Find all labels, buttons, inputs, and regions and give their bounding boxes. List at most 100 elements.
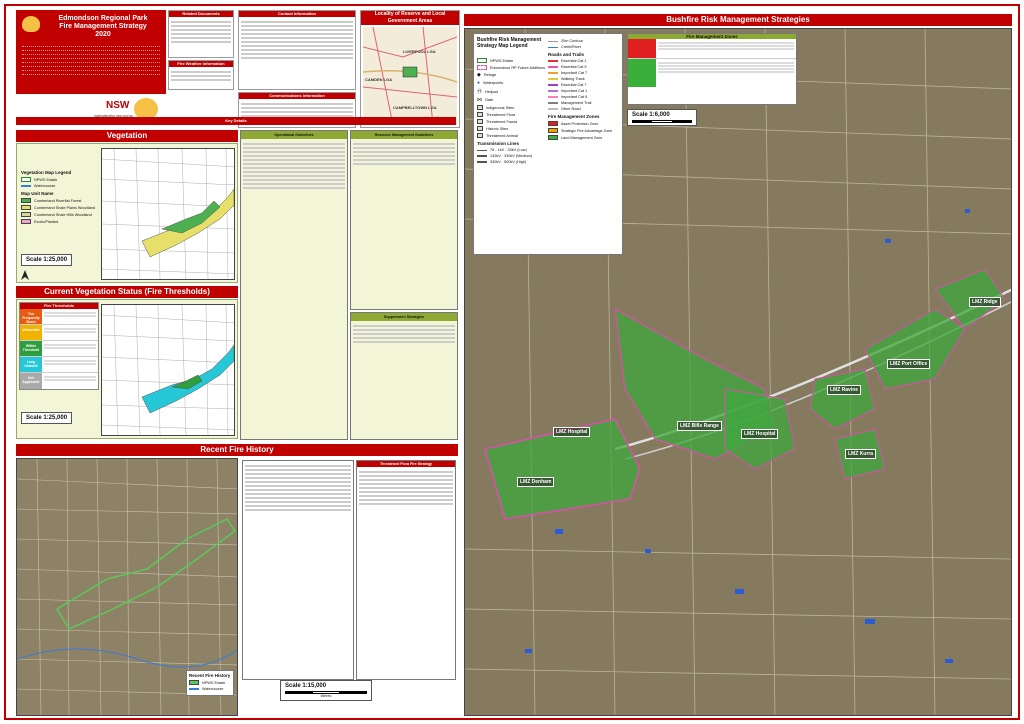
resource-management-title: Resource Management Guidelines	[351, 131, 457, 139]
road-swatch	[548, 102, 558, 104]
legend-transmission: 76 - 1kV - 33kV (Low)	[477, 148, 547, 152]
threatened-animal-icon	[477, 133, 483, 138]
fire-threshold-row: Vulnerable	[20, 325, 98, 341]
threatened-flora-table: Threatened Flora Fire Strategy	[356, 460, 456, 680]
legend-label: Helipad	[485, 89, 498, 94]
legend-label: Other Road	[561, 107, 581, 111]
map-unit-row: Cumberland Riverflat Forest	[21, 198, 99, 203]
map-units-title: Map Unit Name	[21, 191, 54, 196]
road-swatch	[548, 78, 558, 80]
lmz-label: LMZ Kurra	[845, 449, 876, 459]
legend-creek: Creek/River	[548, 45, 620, 49]
operational-guidelines: Operational Guidelines	[240, 130, 348, 440]
map-unit-label: Cumberland Shale Plains Woodland	[34, 205, 95, 210]
threshold-label: Long Unburnt	[20, 357, 42, 372]
legend-symbol: Historic Sites	[477, 126, 547, 131]
threatened-flora-icon	[477, 112, 483, 117]
legend-transmission: 330kV - 500kV (High)	[477, 160, 547, 164]
legend-road: Walking Track	[548, 77, 620, 81]
legend-label: 132kV - 330kV (Medium)	[490, 154, 532, 158]
legend-symbol: Threatened Flora	[477, 112, 547, 117]
main-map-title: Bushfire Risk Management Strategies	[464, 14, 1012, 26]
main-legend-contours: 20m Contour Creek/River Roads and Trails…	[548, 37, 620, 142]
threshold-label: Vulnerable	[20, 325, 42, 340]
legend-label: Important Cat 7	[561, 71, 588, 75]
legend-label: 330kV - 500kV (High)	[490, 160, 527, 164]
zone-row-lmz	[628, 59, 796, 87]
fire-thresholds-map	[101, 304, 235, 436]
suppression-strategies: Suppression Strategies	[350, 312, 458, 440]
map-unit-swatch	[21, 205, 31, 210]
related-documents-panel: Related Documents	[168, 10, 234, 58]
legend-label: Important Cat 9	[561, 95, 588, 99]
fire-history-scale-label: Scale 1:15,000	[285, 683, 327, 689]
legend-label: Essential Cat 1	[561, 59, 587, 63]
fire-history-legend-npws: NPWS Estate	[189, 680, 231, 685]
locality-label-liverpool: LIVERPOOL LGA	[403, 49, 436, 54]
locality-map-graphic	[363, 27, 457, 125]
legend-label: Threatened Flora	[486, 112, 516, 117]
legend-label: Essential Cat 7	[561, 83, 587, 87]
zones-title: Fire Management Zones	[548, 114, 600, 119]
locality-title: Locality of Reserve and Local Government…	[361, 11, 459, 25]
watercourse-swatch	[21, 185, 31, 187]
legend-symbol: ⋈ Gate	[477, 97, 547, 103]
emblem-icon	[22, 16, 40, 32]
legend-label: NPWS Estate	[490, 58, 514, 63]
map-unit-row: Cumberland Shale Hills Woodland	[21, 212, 99, 217]
indigenous-site-icon	[477, 105, 483, 110]
legend-symbol: Edmondson RP Future Additions	[477, 65, 547, 70]
zone-swatch	[548, 135, 558, 140]
legend-label: Watercourse	[202, 687, 224, 691]
zone-swatch	[548, 128, 558, 133]
lmz-label: LMZ Port Office	[887, 359, 931, 369]
map-unit-label: Cumberland Riverflat Forest	[34, 198, 82, 203]
lmz-label: LMZ Ridge	[969, 297, 1001, 307]
main-legend-title: Bushfire Risk Management Strategy Map Le…	[477, 37, 542, 49]
legend-symbol: Ⓗ Helipad	[477, 88, 547, 95]
transmission-title: Transmission Lines	[477, 141, 520, 146]
vegetation-title: Vegetation	[16, 130, 238, 142]
legend-label: Waterpoints	[483, 81, 504, 85]
header-description	[22, 44, 160, 92]
road-swatch	[548, 96, 558, 98]
legend-road: Essential Cat 7	[548, 83, 620, 87]
fire-thresholds-panel: Fire Thresholds Too Frequently Burnt Vul…	[16, 299, 238, 439]
fire-management-zones-table: Fire Management Zones	[627, 33, 797, 105]
fire-history-legend-water: Watercourse	[189, 687, 231, 691]
legend-zone: Land Management Zone	[548, 135, 620, 140]
lmz-label: LMZ Denham	[517, 477, 555, 487]
veg-legend-npws-label: NPWS Estate	[34, 177, 58, 182]
legend-road: Important Cat 7	[548, 71, 620, 75]
legend-label: Historic Sites	[486, 126, 509, 131]
legend-label: Edmondson RP Future Additions	[490, 65, 546, 70]
legend-label: Essential Cat 9	[561, 65, 587, 69]
fire-threshold-row: Long Unburnt	[20, 357, 98, 373]
legend-symbol: Threatened Animal	[477, 133, 547, 138]
veg-legend-npws: NPWS Estate	[21, 177, 99, 182]
threshold-label: Too Frequently Burnt	[20, 309, 42, 324]
fire-history-scale: Scale 1:15,000 Metres	[280, 680, 372, 701]
road-swatch	[548, 84, 558, 86]
legend-label: Asset Protection Zone	[561, 121, 599, 126]
fire-history-table-a	[242, 460, 354, 680]
locality-panel: Locality of Reserve and Local Government…	[360, 10, 460, 128]
legend-label: Strategic Fire Advantage Zone	[561, 128, 613, 133]
legend-road: Other Road	[548, 107, 620, 111]
legend-zone: Strategic Fire Advantage Zone	[548, 128, 620, 133]
title-block: Edmondson Regional Park Fire Management …	[16, 10, 166, 128]
zone-swatch	[548, 121, 558, 126]
legend-zone: Asset Protection Zone	[548, 121, 620, 126]
fire-weather-panel: Fire Weather Information	[168, 60, 234, 90]
main-legend-symbols: NPWS Estate Edmondson RP Future Addition…	[477, 56, 547, 166]
bushfire-risk-map: LMZ Hospital LMZ Denham LMZ Bills Range …	[464, 28, 1012, 716]
vegetation-panel: Vegetation Map Legend NPWS Estate Waterc…	[16, 143, 238, 283]
watercourse-swatch	[189, 688, 199, 690]
fire-threshold-row: Too Frequently Burnt	[20, 309, 98, 325]
legend-road: Important Cat 1	[548, 89, 620, 93]
veg-legend-water: Watercourse	[21, 184, 99, 188]
future-additions-swatch	[477, 65, 487, 70]
legend-label: Indigenous Sites	[486, 105, 515, 110]
locality-label-camden: CAMDEN LGA	[365, 77, 393, 82]
transmission-swatch	[477, 149, 487, 151]
